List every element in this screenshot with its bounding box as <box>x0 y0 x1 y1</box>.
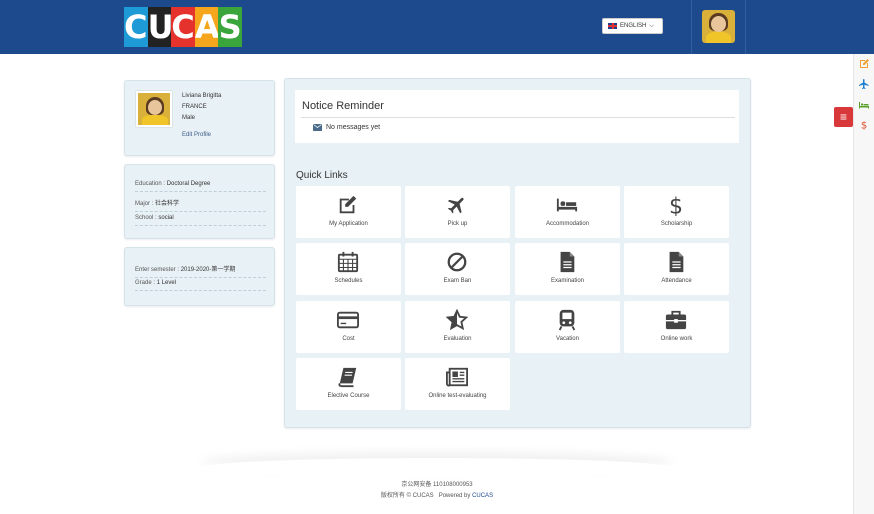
quick-link-label: Schedules <box>334 278 363 284</box>
logo-letter: S <box>218 7 242 47</box>
profile-avatar <box>136 91 172 127</box>
footer-shadow <box>200 458 674 478</box>
quick-link-label: Attendance <box>661 278 692 284</box>
notice-message-text: No messages yet <box>326 124 381 131</box>
header-avatar[interactable] <box>702 10 735 43</box>
profile-gender: Male <box>182 115 196 121</box>
notice-divider <box>301 117 735 118</box>
quick-link-examination[interactable]: Examination <box>515 243 620 295</box>
dollar-icon: $ <box>669 194 683 216</box>
bed-icon[interactable] <box>857 99 871 113</box>
major-value: 社会科学 <box>155 201 180 207</box>
quick-link-exam-ban[interactable]: Exam Ban <box>405 243 510 295</box>
quick-link-label: Pick up <box>447 221 468 227</box>
notice-message: No messages yet <box>313 124 380 131</box>
logo-letter: C <box>124 7 148 47</box>
powered-label: Powered by <box>438 493 471 499</box>
school-label: School : <box>135 215 159 221</box>
quick-link-label: Examination <box>550 278 585 284</box>
edit-icon[interactable] <box>857 58 871 72</box>
school-row: School : social <box>135 215 266 226</box>
major-row: Major : 社会科学 <box>135 198 266 212</box>
quick-link-scholarship[interactable]: $ Scholarship <box>624 186 729 238</box>
quick-link-elective-course[interactable]: Elective Course <box>296 358 401 410</box>
book-icon <box>338 367 357 388</box>
grade-row: Grade : 1 Level <box>135 280 266 291</box>
edit-icon <box>339 195 357 214</box>
quick-link-label: Evaluation <box>443 336 472 342</box>
quick-link-label: Scholarship <box>660 221 693 227</box>
quick-link-label: Online test-evaluating <box>428 393 487 399</box>
education-card: Education : Doctoral Degree Major : 社会科学… <box>124 164 275 239</box>
credit-card-icon <box>337 311 359 329</box>
chevron-down-icon: ⌵ <box>649 23 654 29</box>
grade-label: Grade : <box>135 280 157 286</box>
edit-profile-link[interactable]: Edit Profile <box>182 132 211 138</box>
semester-row: Enter semester : 2019-2020-第一学期 <box>135 264 266 278</box>
bed-icon <box>556 198 578 212</box>
quick-link-pick-up[interactable]: Pick up <box>405 186 510 238</box>
plane-icon[interactable] <box>857 78 871 92</box>
quick-link-attendance[interactable]: Attendance <box>624 243 729 295</box>
education-row: Education : Doctoral Degree <box>135 181 266 192</box>
star-half-icon <box>446 309 468 331</box>
language-label: ENGLISH <box>620 23 647 29</box>
quick-link-schedules[interactable]: Schedules <box>296 243 401 295</box>
semester-value: 2019-2020-第一学期 <box>180 267 236 273</box>
uk-flag-icon <box>608 23 617 29</box>
dollar-icon[interactable]: $ <box>857 119 871 133</box>
footer-copyright: 版权所有 © CUCAS Powered by CUCAS <box>0 490 874 499</box>
svg-text:$: $ <box>861 121 867 132</box>
quick-link-cost[interactable]: Cost <box>296 301 401 353</box>
envelope-icon <box>313 124 322 131</box>
quick-link-label: Accommodation <box>545 221 590 227</box>
menu-toggle-button[interactable]: ≡ <box>834 107 853 127</box>
header-divider <box>691 0 692 54</box>
briefcase-icon <box>665 310 687 330</box>
logo-letter: A <box>194 7 220 47</box>
logo-letter: U <box>147 7 174 47</box>
train-icon <box>558 309 576 331</box>
cucas-logo[interactable]: C U C A S <box>124 7 242 47</box>
document-icon <box>669 251 684 273</box>
quick-link-online-test-evaluating[interactable]: Online test-evaluating <box>405 358 510 410</box>
quick-link-label: Online work <box>660 336 693 342</box>
copyright-text: 版权所有 © CUCAS <box>380 493 434 499</box>
document-icon <box>560 251 575 273</box>
quick-link-online-work[interactable]: Online work <box>624 301 729 353</box>
plane-icon <box>447 197 464 214</box>
calendar-icon <box>337 251 359 273</box>
quick-link-evaluation[interactable]: Evaluation <box>405 301 510 353</box>
footer-icp: 京公网安备 110108000953 <box>401 482 473 488</box>
newspaper-icon <box>446 367 468 387</box>
quick-link-label: My Application <box>329 221 368 227</box>
major-label: Major : <box>135 201 156 207</box>
quick-link-label: Cost <box>342 336 355 342</box>
quick-link-my-application[interactable]: My Application <box>296 186 401 238</box>
profile-country: FRANCE <box>182 104 207 110</box>
logo-letter: C <box>171 7 195 47</box>
language-selector[interactable]: ENGLISH ⌵ <box>602 18 663 34</box>
quick-links-title: Quick Links <box>296 170 348 181</box>
profile-card: Liviana Brigitta FRANCE Male Edit Profil… <box>124 80 275 156</box>
notice-title: Notice Reminder <box>302 100 384 112</box>
semester-label: Enter semester : <box>135 267 181 273</box>
education-value: Doctoral Degree <box>166 181 211 187</box>
quick-link-label: Elective Course <box>327 393 370 399</box>
grade-value: 1 Level <box>156 280 177 286</box>
school-value: social <box>158 215 174 221</box>
semester-card: Enter semester : 2019-2020-第一学期 Grade : … <box>124 247 275 306</box>
education-label: Education : <box>135 181 167 187</box>
quick-link-vacation[interactable]: Vacation <box>515 301 620 353</box>
quick-link-accommodation[interactable]: Accommodation <box>515 186 620 238</box>
quick-link-label: Vacation <box>556 336 579 342</box>
svg-text:$: $ <box>669 194 683 216</box>
powered-brand-link[interactable]: CUCAS <box>472 493 493 499</box>
header-divider <box>745 0 746 54</box>
profile-name: Liviana Brigitta <box>182 93 222 99</box>
quick-link-label: Exam Ban <box>443 278 472 284</box>
ban-icon <box>447 252 467 272</box>
